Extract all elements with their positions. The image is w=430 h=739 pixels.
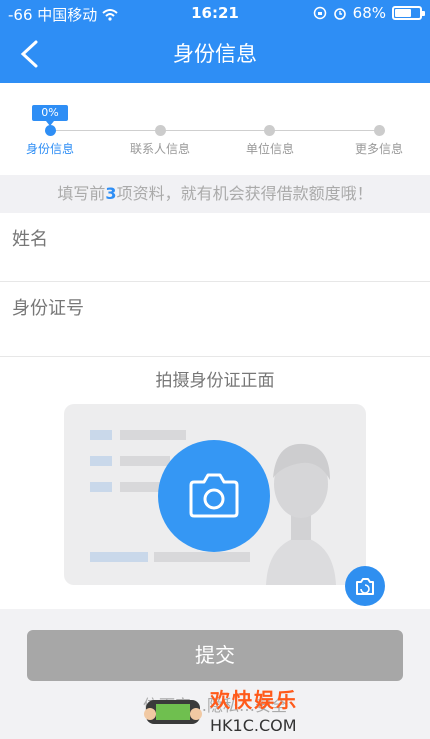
progress-steps: 0% 身份信息 联系人信息 单位信息 更多信息 xyxy=(0,83,430,175)
battery-icon xyxy=(392,6,425,20)
name-field-label: 姓名 xyxy=(12,229,48,250)
step-dot-2 xyxy=(155,125,166,136)
take-photo-button[interactable] xyxy=(158,440,270,552)
name-field[interactable]: 姓名 xyxy=(0,213,430,282)
step-dot-1 xyxy=(45,125,56,136)
tip-prefix: 填写前 xyxy=(57,184,106,203)
tip-suffix: 项资料，就有机会获得借款额度哦！ xyxy=(116,184,373,203)
watermark-title: 欢快娱乐 xyxy=(210,688,298,712)
app-header: -66 中国移动 16:21 68% 身份信息 xyxy=(0,0,430,83)
switch-camera-button[interactable] xyxy=(345,566,385,606)
progress-percent-badge: 0% xyxy=(32,105,68,126)
camera-rotate-icon xyxy=(356,578,374,595)
game-controller-icon xyxy=(144,700,202,724)
watermark-url: HK1C.COM xyxy=(210,716,297,735)
status-bar: -66 中国移动 16:21 68% xyxy=(0,0,430,28)
page-title: 身份信息 xyxy=(173,42,257,66)
card-line-icon xyxy=(90,552,148,562)
step-label-contacts: 联系人信息 xyxy=(129,142,190,156)
card-line xyxy=(154,552,250,562)
tip-number: 3 xyxy=(105,184,117,203)
battery-percent: 68% xyxy=(352,4,386,22)
step-dot-4 xyxy=(374,125,385,136)
step-dot-3 xyxy=(264,125,275,136)
status-right: 68% xyxy=(313,4,425,22)
card-line-icon xyxy=(90,430,112,440)
step-label-more: 更多信息 xyxy=(354,142,403,156)
rotation-lock-icon xyxy=(313,6,326,20)
card-line xyxy=(120,430,186,440)
card-line-icon xyxy=(90,482,112,492)
watermark-logo: 欢快娱乐 HK1C.COM xyxy=(138,684,308,739)
progress-track xyxy=(50,130,380,131)
tip-banner: 填写前3项资料，就有机会获得借款额度哦！ xyxy=(0,175,430,213)
photo-section-title: 拍摄身份证正面 xyxy=(155,371,275,391)
submit-button[interactable]: 提交 xyxy=(27,630,403,681)
battery-fill xyxy=(395,9,412,17)
alarm-icon xyxy=(333,8,346,20)
id-number-field[interactable]: 身份证号 xyxy=(0,282,430,357)
card-line-icon xyxy=(90,456,112,466)
step-label-identity: 身份信息 xyxy=(25,142,74,156)
id-number-field-label: 身份证号 xyxy=(12,298,84,319)
camera-icon xyxy=(189,473,239,518)
step-label-employer: 单位信息 xyxy=(245,142,294,156)
